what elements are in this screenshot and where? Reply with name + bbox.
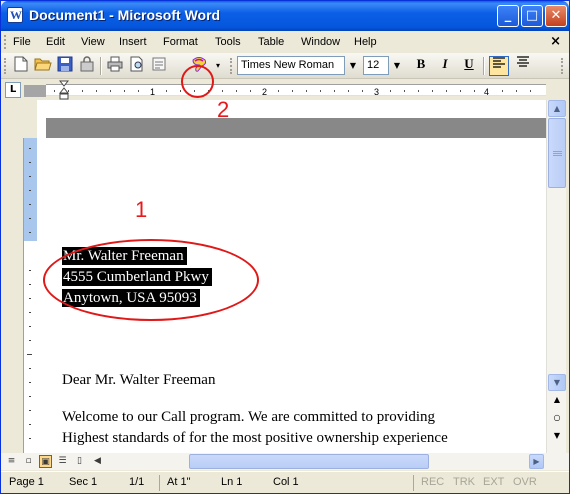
status-rec[interactable]: REC	[421, 476, 444, 488]
ruler-left-margin	[24, 85, 46, 97]
title-bar[interactable]: Document1 - Microsoft Word _ □ ✕	[1, 1, 569, 31]
status-section: Sec 1	[69, 476, 98, 488]
toolbar-options-chevron-icon[interactable]: ▾	[211, 56, 225, 75]
vertical-scrollbar[interactable]: ▲ ▼ ▲ ○ ▼	[546, 100, 566, 453]
status-at: At 1"	[167, 476, 191, 488]
menu-tools[interactable]: Tools	[215, 36, 241, 48]
menu-insert[interactable]: Insert	[119, 36, 147, 48]
vertical-ruler[interactable]	[23, 138, 37, 453]
ruler-number: 3	[374, 87, 380, 97]
toolbar-grip[interactable]	[4, 58, 7, 74]
status-ext[interactable]: EXT	[483, 476, 504, 488]
open-folder-icon[interactable]	[33, 56, 53, 76]
scroll-up-icon[interactable]: ▲	[548, 100, 566, 117]
print-icon[interactable]	[105, 56, 125, 76]
menu-view[interactable]: View	[81, 36, 105, 48]
status-page-of: 1/1	[129, 476, 145, 488]
select-browse-object-icon[interactable]: ○	[551, 412, 563, 424]
font-size-box[interactable]: 12	[363, 56, 389, 75]
menu-file[interactable]: File	[13, 36, 31, 48]
status-page: Page 1	[9, 476, 44, 488]
status-bar: Page 1 Sec 1 1/1 At 1" Ln 1 Col 1 REC TR…	[1, 471, 569, 493]
status-ovr[interactable]: OVR	[513, 476, 537, 488]
menu-bar: File Edit View Insert Format Tools Table…	[1, 31, 569, 53]
body-text-line[interactable]: Highest standards of for the most positi…	[62, 430, 448, 447]
menu-window[interactable]: Window	[301, 36, 340, 48]
ruler-number: 1	[150, 87, 156, 97]
menu-edit[interactable]: Edit	[46, 36, 65, 48]
horizontal-scrollbar[interactable]: ▶	[119, 454, 546, 469]
save-icon[interactable]	[55, 56, 75, 76]
status-column: Col 1	[273, 476, 299, 488]
menu-help[interactable]: Help	[354, 36, 377, 48]
font-name-box[interactable]: Times New Roman	[237, 56, 345, 75]
scroll-down-icon[interactable]: ▼	[548, 374, 566, 391]
formatting-toolbar-grip[interactable]	[230, 58, 233, 74]
annotation-ellipse-format-painter	[181, 65, 214, 98]
menubar-grip[interactable]	[4, 35, 7, 49]
indent-marker-icon[interactable]	[58, 80, 70, 100]
horizontal-scroll-thumb[interactable]	[189, 454, 429, 469]
italic-button[interactable]: I	[435, 56, 455, 76]
web-layout-view-icon[interactable]: ▫	[22, 455, 35, 468]
word-app-icon[interactable]	[7, 7, 23, 23]
print-layout-view-icon[interactable]: ▣	[39, 455, 52, 468]
scroll-left-icon[interactable]: ◀	[91, 455, 104, 468]
scroll-right-icon[interactable]: ▶	[529, 454, 544, 469]
annotation-label-2: 2	[217, 97, 230, 122]
menu-table[interactable]: Table	[258, 36, 284, 48]
ruler-row: L 1 2 3 4	[1, 80, 569, 100]
ruler-number: 4	[484, 87, 490, 97]
toolbar: ▾ Times New Roman ▼ 12 ▼ B I U	[1, 53, 569, 79]
outline-view-icon[interactable]: ☰	[56, 455, 69, 468]
window-title: Document1 - Microsoft Word	[29, 7, 221, 23]
maximize-button[interactable]: □	[521, 5, 543, 27]
menu-format[interactable]: Format	[163, 36, 198, 48]
new-document-icon[interactable]	[11, 56, 31, 76]
toolbar-end-grip[interactable]	[561, 58, 564, 74]
horizontal-scroll-row: ≡ ▫ ▣ ☰ ▯ ◀ ▶	[1, 453, 569, 470]
vertical-scroll-thumb[interactable]	[548, 118, 566, 188]
font-size-dropdown-icon[interactable]: ▼	[390, 56, 404, 75]
page-gap-band	[46, 118, 546, 138]
align-center-icon[interactable]	[513, 56, 533, 76]
next-page-icon[interactable]: ▼	[551, 430, 563, 442]
document-close-icon[interactable]: ×	[550, 34, 561, 49]
annotation-ellipse-address	[43, 239, 259, 321]
annotation-label-1: 1	[135, 197, 148, 222]
previous-page-icon[interactable]: ▲	[551, 394, 563, 406]
close-button[interactable]: ✕	[545, 5, 567, 27]
research-icon[interactable]	[149, 56, 169, 76]
print-preview-icon[interactable]	[127, 56, 147, 76]
word-window: Document1 - Microsoft Word _ □ ✕ File Ed…	[0, 0, 570, 494]
status-trk[interactable]: TRK	[453, 476, 475, 488]
status-line: Ln 1	[221, 476, 243, 488]
font-name-dropdown-icon[interactable]: ▼	[346, 56, 360, 75]
body-text-line[interactable]: Welcome to our Call program. We are comm…	[62, 409, 435, 426]
permission-icon[interactable]	[77, 56, 97, 76]
tab-selector[interactable]: L	[5, 82, 21, 98]
underline-button[interactable]: U	[459, 56, 479, 76]
bold-button[interactable]: B	[411, 56, 431, 76]
reading-layout-view-icon[interactable]: ▯	[73, 455, 86, 468]
toolbar-separator	[100, 57, 102, 75]
horizontal-ruler[interactable]: 1 2 3 4	[24, 84, 546, 97]
normal-view-icon[interactable]: ≡	[5, 455, 18, 468]
toolbar-separator	[483, 57, 485, 75]
align-left-icon[interactable]	[489, 56, 509, 76]
minimize-button[interactable]: _	[497, 5, 519, 27]
ruler-number: 2	[262, 87, 268, 97]
page-top-area	[46, 100, 546, 118]
salutation-text[interactable]: Dear Mr. Walter Freeman	[62, 372, 215, 389]
